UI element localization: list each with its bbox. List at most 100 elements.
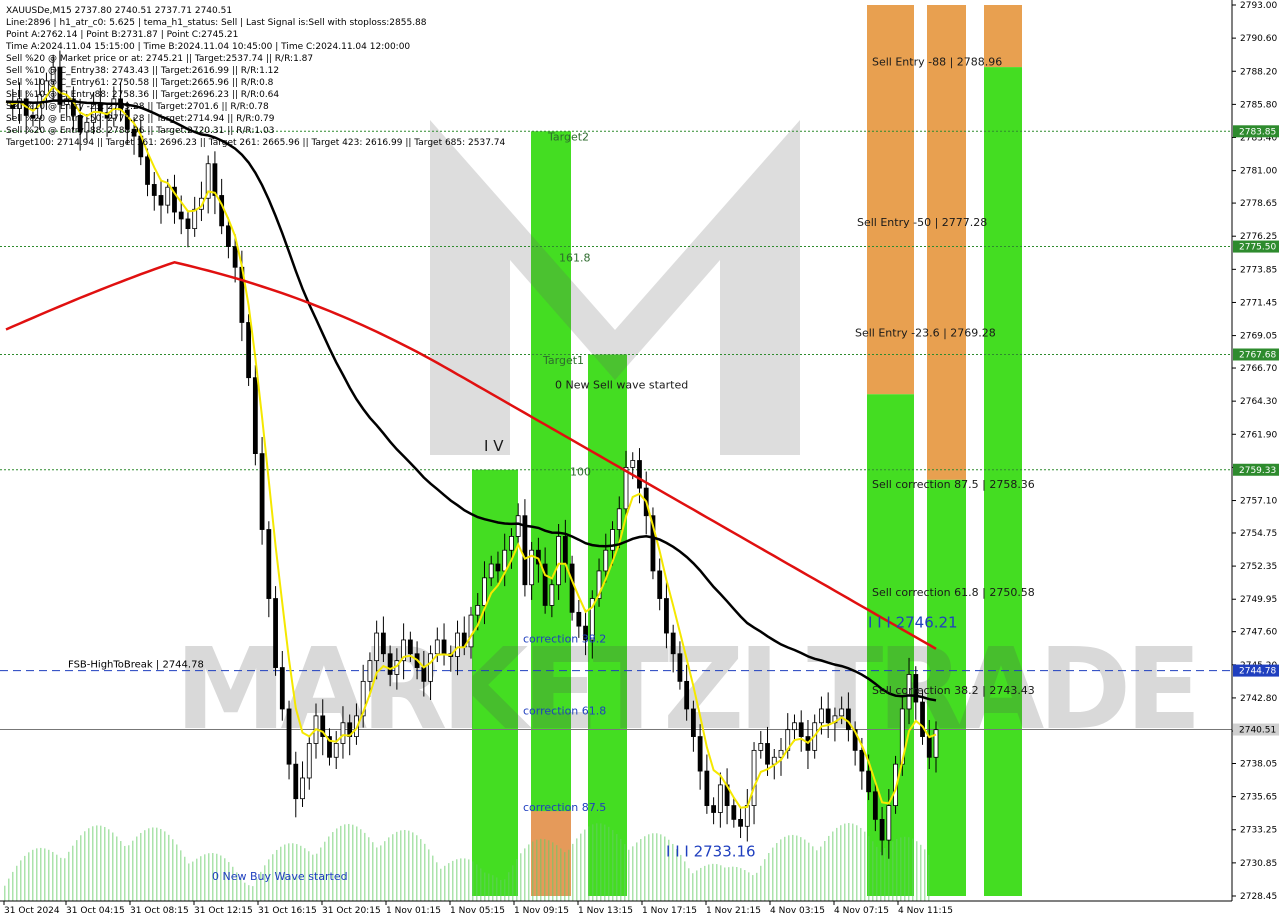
x-tick-label: 31 Oct 20:15	[322, 906, 381, 916]
volume-bar	[800, 837, 802, 901]
candle-body	[387, 653, 393, 675]
candle-body	[744, 805, 750, 827]
header-line: Sell %20 @ Entry -88: 2788.96 || Target:…	[6, 126, 274, 136]
annotation-label: correction 87.5	[523, 801, 606, 814]
candle-body	[758, 743, 764, 751]
volume-bar	[180, 850, 182, 901]
candle-body	[246, 322, 252, 379]
volume-bar	[68, 851, 70, 901]
volume-bar	[804, 839, 806, 901]
candle-body	[232, 246, 238, 268]
candle-body	[145, 156, 150, 185]
volume-bar	[556, 845, 558, 901]
volume-bar	[44, 848, 46, 901]
candle-body	[273, 598, 278, 668]
y-tick-label: 2764.30	[1240, 397, 1277, 407]
volume-bar	[684, 861, 686, 901]
volume-bar	[208, 853, 210, 901]
volume-bar	[56, 854, 58, 901]
y-tick-label: 2730.85	[1240, 859, 1277, 869]
volume-bar	[444, 865, 446, 901]
volume-bar	[892, 841, 894, 901]
x-tick-label: 4 Nov 11:15	[898, 906, 953, 916]
annotation-label: I I I 2746.21	[868, 614, 958, 632]
volume-bar	[352, 824, 354, 901]
annotation-label: 100	[570, 466, 591, 479]
volume-bar	[872, 841, 874, 901]
candle-body	[192, 208, 198, 230]
volume-bar	[824, 841, 826, 901]
volume-bar	[820, 846, 822, 901]
volume-bar	[84, 831, 86, 901]
candle-body	[731, 805, 737, 820]
annotation-label: 0 New Sell wave started	[555, 379, 688, 392]
header-line: Point A:2762.14 | Point B:2731.87 | Poin…	[6, 30, 238, 40]
volume-bar	[460, 858, 462, 901]
candle-body	[684, 680, 690, 710]
candle-body	[212, 163, 218, 196]
volume-bar	[508, 872, 510, 901]
header-line: Sell %10 @ C_Entry61: 2750.58 || Target:…	[6, 78, 274, 88]
volume-bar	[4, 885, 6, 901]
volume-bar	[20, 860, 22, 901]
x-axis: 31 Oct 2024 31 Oct 04:15 31 Oct 08:15 31 Oc…	[3, 901, 953, 916]
volume-bar	[152, 827, 154, 901]
annotation-label: Sell correction 61.8 | 2750.58	[872, 586, 1035, 599]
volume-bar	[408, 830, 410, 901]
volume-bar	[724, 867, 726, 901]
volume-bar	[860, 827, 862, 901]
volume-bar	[552, 842, 554, 901]
volume-bar	[400, 830, 402, 901]
volume-bar	[540, 838, 542, 901]
volume-bar	[864, 831, 866, 901]
volume-bar	[856, 825, 858, 901]
y-tick-label: 2771.45	[1240, 298, 1277, 308]
volume-bar	[796, 835, 798, 901]
volume-bar	[696, 870, 698, 901]
x-tick-label: 1 Nov 05:15	[450, 906, 505, 916]
x-tick-label: 1 Nov 09:15	[514, 906, 569, 916]
volume-bar	[584, 829, 586, 901]
volume-bar	[484, 872, 486, 901]
volume-bar	[692, 873, 694, 901]
volume-bar	[504, 879, 506, 901]
candle-body	[495, 563, 501, 572]
header-line: Line:2896 | h1_atr_c0: 5.625 | tema_h1_s…	[6, 18, 427, 28]
volume-bar	[416, 835, 418, 901]
volume-bar	[380, 845, 382, 901]
volume-bar	[644, 836, 646, 901]
candle-body	[158, 195, 164, 206]
volume-bar	[96, 825, 98, 901]
volume-bar	[916, 841, 918, 901]
candle-body	[475, 605, 481, 616]
annotation-label: correction 61.8	[523, 704, 606, 717]
candle-body	[562, 536, 568, 565]
annotation-label: 161.8	[559, 252, 591, 265]
volume-bar	[632, 846, 634, 901]
volume-bar	[844, 823, 846, 901]
volume-bar	[24, 855, 26, 901]
candle-body	[872, 791, 878, 820]
y-tick-label: 2757.10	[1240, 497, 1277, 507]
volume-bar	[184, 856, 186, 901]
volume-bar	[112, 832, 114, 901]
volume-bar	[376, 847, 378, 901]
candle-body	[502, 549, 508, 572]
candle-body	[178, 211, 184, 220]
x-tick-label: 1 Nov 21:15	[706, 906, 761, 916]
volume-bar	[200, 856, 202, 901]
volume-bar	[156, 827, 158, 901]
candle-body	[441, 639, 447, 655]
volume-bar	[124, 845, 126, 901]
candle-body	[340, 722, 346, 744]
volume-bar	[360, 829, 362, 901]
candle-body	[279, 667, 285, 710]
volume-bar	[780, 839, 782, 901]
volume-bar	[708, 864, 710, 901]
volume-bar	[828, 835, 830, 901]
header-line: Sell %10 @ C_Entry38: 2743.43 || Target:…	[6, 66, 279, 76]
volume-bar	[728, 867, 730, 901]
volume-bar	[908, 837, 910, 901]
volume-bar	[336, 828, 338, 901]
volume-bar	[880, 851, 882, 901]
